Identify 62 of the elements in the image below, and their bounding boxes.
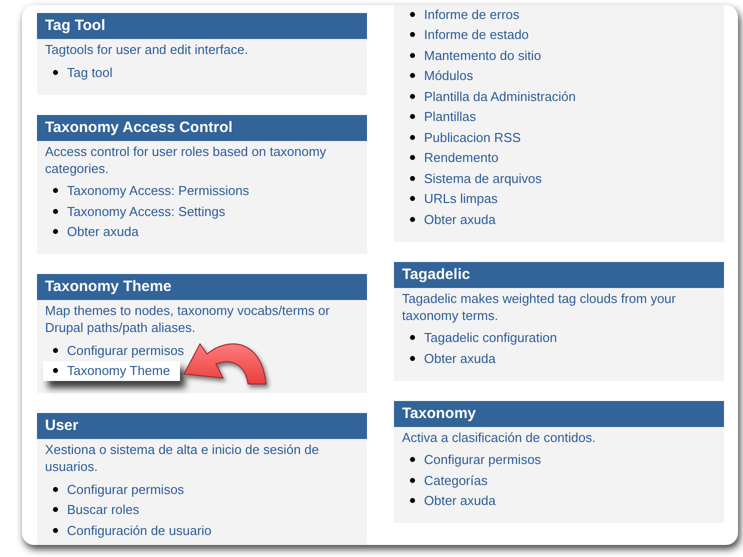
bullet-icon	[53, 229, 58, 234]
bullet-icon	[410, 457, 415, 462]
link[interactable]: Publicacion RSS	[424, 130, 521, 145]
bullet-icon	[410, 12, 415, 17]
panel-description: Tagadelic makes weighted tag clouds from your taxonomy terms.	[402, 290, 677, 324]
link[interactable]: Taxonomy Theme	[67, 363, 170, 378]
bullet-icon	[53, 70, 58, 75]
link[interactable]: Configuración de usuario	[67, 522, 212, 538]
link[interactable]: Obter axuda	[424, 212, 496, 227]
link[interactable]: Configurar permisos	[424, 452, 542, 468]
link[interactable]: Taxonomy Access: Permissions	[67, 183, 250, 198]
panel-title: Tag Tool	[37, 13, 367, 39]
bullet-icon	[410, 356, 415, 361]
link[interactable]: Rendemento	[424, 150, 498, 166]
link[interactable]: Tag tool	[67, 64, 113, 80]
link[interactable]: Plantillas	[424, 109, 476, 124]
link[interactable]: Sistema de arquivos	[424, 170, 542, 186]
panel-description: Access control for user roles based on taxonomy categories.	[45, 142, 328, 176]
link[interactable]: Buscar roles	[67, 502, 140, 518]
link[interactable]: Categorías	[424, 472, 488, 488]
panel-description: Tagtools for user and edit interface.	[45, 41, 250, 58]
bullet-icon	[53, 528, 58, 533]
bullet-icon	[410, 134, 415, 140]
link[interactable]: Obter axuda	[424, 493, 496, 508]
bullet-icon	[410, 155, 415, 160]
bullet-icon	[410, 114, 415, 120]
bullet-icon	[410, 94, 415, 99]
panel-title: Taxonomy Theme	[37, 274, 367, 300]
link[interactable]: URLs limpas	[424, 191, 498, 206]
bullet-icon	[410, 196, 415, 202]
bullet-icon	[410, 216, 415, 222]
link[interactable]: Informe de erros	[424, 6, 520, 22]
bullet-icon	[53, 348, 58, 353]
link[interactable]: Informe de estado	[424, 27, 529, 42]
bullet-icon	[410, 52, 415, 58]
panel-description: Activa a clasificación de contidos.	[402, 428, 597, 446]
link[interactable]: Plantilla da Administración	[424, 88, 576, 104]
bullet-icon	[53, 368, 58, 374]
link[interactable]: Obter axuda	[67, 224, 139, 240]
link[interactable]: Mantemento do sitio	[424, 48, 542, 63]
panel-title: User	[37, 413, 367, 439]
panel-title: Taxonomy Access Control	[37, 114, 367, 140]
link[interactable]: Tagadelic configuration	[424, 330, 557, 346]
bullet-icon	[53, 208, 58, 214]
bullet-icon	[410, 32, 415, 38]
link[interactable]: Taxonomy Access: Settings	[67, 204, 226, 219]
bullet-icon	[53, 188, 58, 194]
panel-description: Map themes to nodes, taxonomy vocabs/terms or Drupal paths/path aliases.	[45, 302, 331, 336]
bullet-icon	[410, 335, 415, 340]
link[interactable]: Configurar permisos	[67, 342, 184, 358]
panel-title: Tagadelic	[394, 262, 724, 288]
bullet-icon	[53, 507, 58, 512]
bullet-icon	[410, 498, 415, 504]
bullet-icon	[53, 486, 58, 492]
link[interactable]: Obter axuda	[424, 350, 496, 366]
bullet-icon	[410, 478, 415, 483]
link[interactable]: Módulos	[424, 68, 474, 84]
bullet-icon	[410, 176, 415, 181]
link[interactable]: Configurar permisos	[67, 482, 184, 497]
bullet-icon	[410, 73, 415, 78]
panel-description: Xestiona o sistema de alta e inicio de sesión de usuarios.	[45, 441, 320, 475]
panel-title: Taxonomy	[394, 400, 724, 426]
